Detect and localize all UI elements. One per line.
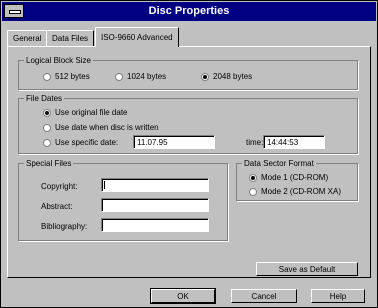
special-files-group: Special Files Copyright: Abstract: Bibli… <box>18 159 228 241</box>
radio-indicator-selected <box>201 73 209 81</box>
data-sector-format-label: Data Sector Format <box>242 159 316 168</box>
disc-properties-dialog: Disc Properties General Data Files ISO-9… <box>0 0 378 308</box>
radio-indicator <box>43 139 51 147</box>
save-as-default-button[interactable]: Save as Default <box>256 262 358 276</box>
system-menu-button[interactable] <box>4 4 24 18</box>
bibliography-input[interactable] <box>101 218 209 232</box>
radio-indicator <box>249 188 257 196</box>
copyright-input[interactable] <box>101 178 209 192</box>
ok-button[interactable]: OK <box>150 288 216 304</box>
cancel-button[interactable]: Cancel <box>231 289 297 303</box>
data-sector-format-group: Data Sector Format Mode 1 (CD-ROM) Mode … <box>236 159 358 201</box>
logical-block-size-group: Logical Block Size 512 bytes 1024 bytes … <box>18 56 358 90</box>
special-files-label: Special Files <box>24 159 74 168</box>
file-dates-label: File Dates <box>24 94 65 103</box>
help-button[interactable]: Help <box>311 289 365 303</box>
radio-indicator <box>43 73 51 81</box>
window-title: Disc Properties <box>148 5 230 17</box>
title-bar[interactable]: Disc Properties <box>2 2 376 21</box>
time-label: time: <box>246 138 264 147</box>
text-cursor <box>104 181 105 189</box>
tab-general[interactable]: General <box>7 30 48 46</box>
copyright-label: Copyright: <box>41 182 78 191</box>
system-menu-icon <box>9 10 21 14</box>
file-dates-group: File Dates Use original file date Use da… <box>18 94 358 154</box>
radio-indicator-selected <box>249 174 257 182</box>
specific-time-input[interactable]: 14:44:53 <box>263 135 325 149</box>
tab-panel: Logical Block Size 512 bytes 1024 bytes … <box>7 46 371 278</box>
radio-indicator-selected <box>43 109 51 117</box>
radio-indicator <box>115 73 123 81</box>
tab-iso-9660-advanced[interactable]: ISO-9660 Advanced <box>95 27 179 47</box>
abstract-input[interactable] <box>101 198 209 212</box>
tab-data-files[interactable]: Data Files <box>46 30 95 46</box>
radio-indicator <box>43 124 51 132</box>
logical-block-size-label: Logical Block Size <box>24 56 93 65</box>
specific-date-input[interactable]: 11.07.95 <box>133 135 215 149</box>
bibliography-label: Bibliography: <box>41 222 88 231</box>
abstract-label: Abstract: <box>41 202 73 211</box>
